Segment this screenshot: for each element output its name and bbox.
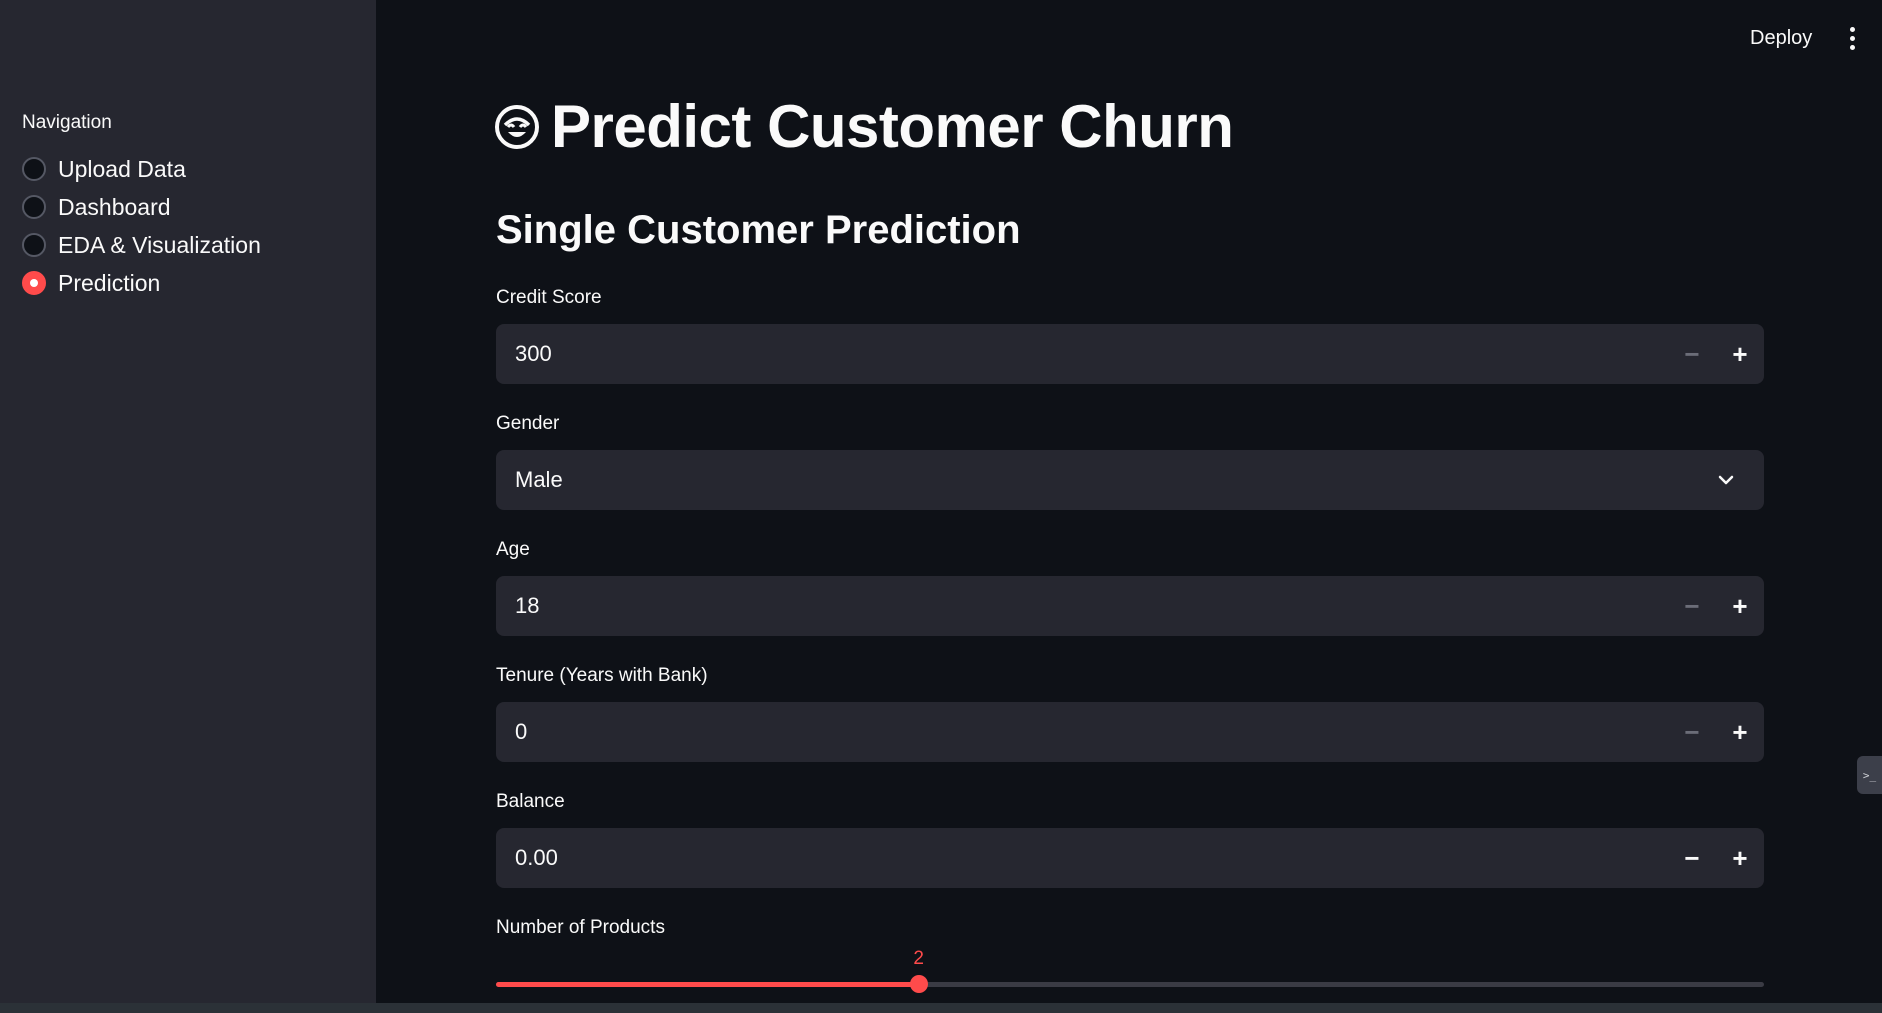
kebab-menu-icon[interactable] xyxy=(1838,22,1866,54)
age-label: Age xyxy=(496,539,530,560)
credit-score-value[interactable]: 300 xyxy=(496,324,1668,384)
sidebar-title: Navigation xyxy=(22,112,112,133)
nav-item-label: Prediction xyxy=(58,269,161,296)
balance-value[interactable]: 0.00 xyxy=(496,828,1668,888)
tenure-value[interactable]: 0 xyxy=(496,702,1668,762)
credit-score-input: 300 − + xyxy=(496,324,1764,384)
nav-item-prediction[interactable]: Prediction xyxy=(22,264,261,302)
kebab-dot xyxy=(1849,35,1855,41)
title-row: Predict Customer Churn xyxy=(493,92,1234,161)
radio-icon[interactable] xyxy=(22,157,46,181)
terminal-icon[interactable]: >_ xyxy=(1857,756,1882,794)
nav-item-dashboard[interactable]: Dashboard xyxy=(22,188,261,226)
nav-item-label: Upload Data xyxy=(58,155,186,182)
kebab-dot xyxy=(1849,26,1855,32)
slider-fill xyxy=(496,982,919,987)
gender-label: Gender xyxy=(496,413,560,434)
credit-score-label: Credit Score xyxy=(496,287,602,308)
credit-score-decrement-button[interactable]: − xyxy=(1668,324,1716,384)
balance-decrement-button[interactable]: − xyxy=(1668,828,1716,888)
tenure-decrement-button[interactable]: − xyxy=(1668,702,1716,762)
smiling-face-icon xyxy=(495,104,539,149)
age-increment-button[interactable]: + xyxy=(1716,576,1764,636)
chevron-down-icon xyxy=(1718,475,1734,485)
radio-selected-icon[interactable] xyxy=(22,271,46,295)
sidebar: Navigation Upload Data Dashboard EDA & V… xyxy=(0,0,376,1003)
age-value[interactable]: 18 xyxy=(496,576,1668,636)
balance-input: 0.00 − + xyxy=(496,828,1764,888)
radio-icon[interactable] xyxy=(22,233,46,257)
num-products-slider[interactable]: 2 xyxy=(496,948,1764,993)
tenure-label: Tenure (Years with Bank) xyxy=(496,665,708,686)
nav-item-eda-visualization[interactable]: EDA & Visualization xyxy=(22,226,261,264)
app: Navigation Upload Data Dashboard EDA & V… xyxy=(0,0,1882,1013)
tenure-input: 0 − + xyxy=(496,702,1764,762)
radio-icon[interactable] xyxy=(22,195,46,219)
bottom-bar xyxy=(0,1003,1882,1013)
deploy-button[interactable]: Deploy xyxy=(1740,22,1822,54)
balance-label: Balance xyxy=(496,791,565,812)
num-products-label: Number of Products xyxy=(496,917,665,938)
nav-item-label: Dashboard xyxy=(58,193,171,220)
navigation-radio-group: Upload Data Dashboard EDA & Visualizatio… xyxy=(22,150,261,302)
page-title: Predict Customer Churn xyxy=(551,93,1234,160)
nav-item-upload-data[interactable]: Upload Data xyxy=(22,150,261,188)
age-decrement-button[interactable]: − xyxy=(1668,576,1716,636)
tenure-increment-button[interactable]: + xyxy=(1716,702,1764,762)
kebab-dot xyxy=(1849,44,1855,50)
section-subheader: Single Customer Prediction xyxy=(496,208,1021,252)
slider-thumb[interactable] xyxy=(909,975,928,993)
slider-value-label: 2 xyxy=(913,948,924,969)
gender-select[interactable]: Male xyxy=(496,450,1764,510)
gender-selected-value: Male xyxy=(515,467,563,492)
balance-increment-button[interactable]: + xyxy=(1716,828,1764,888)
nav-item-label: EDA & Visualization xyxy=(58,231,261,258)
slider-track[interactable] xyxy=(496,982,1764,987)
credit-score-increment-button[interactable]: + xyxy=(1716,324,1764,384)
age-input: 18 − + xyxy=(496,576,1764,636)
